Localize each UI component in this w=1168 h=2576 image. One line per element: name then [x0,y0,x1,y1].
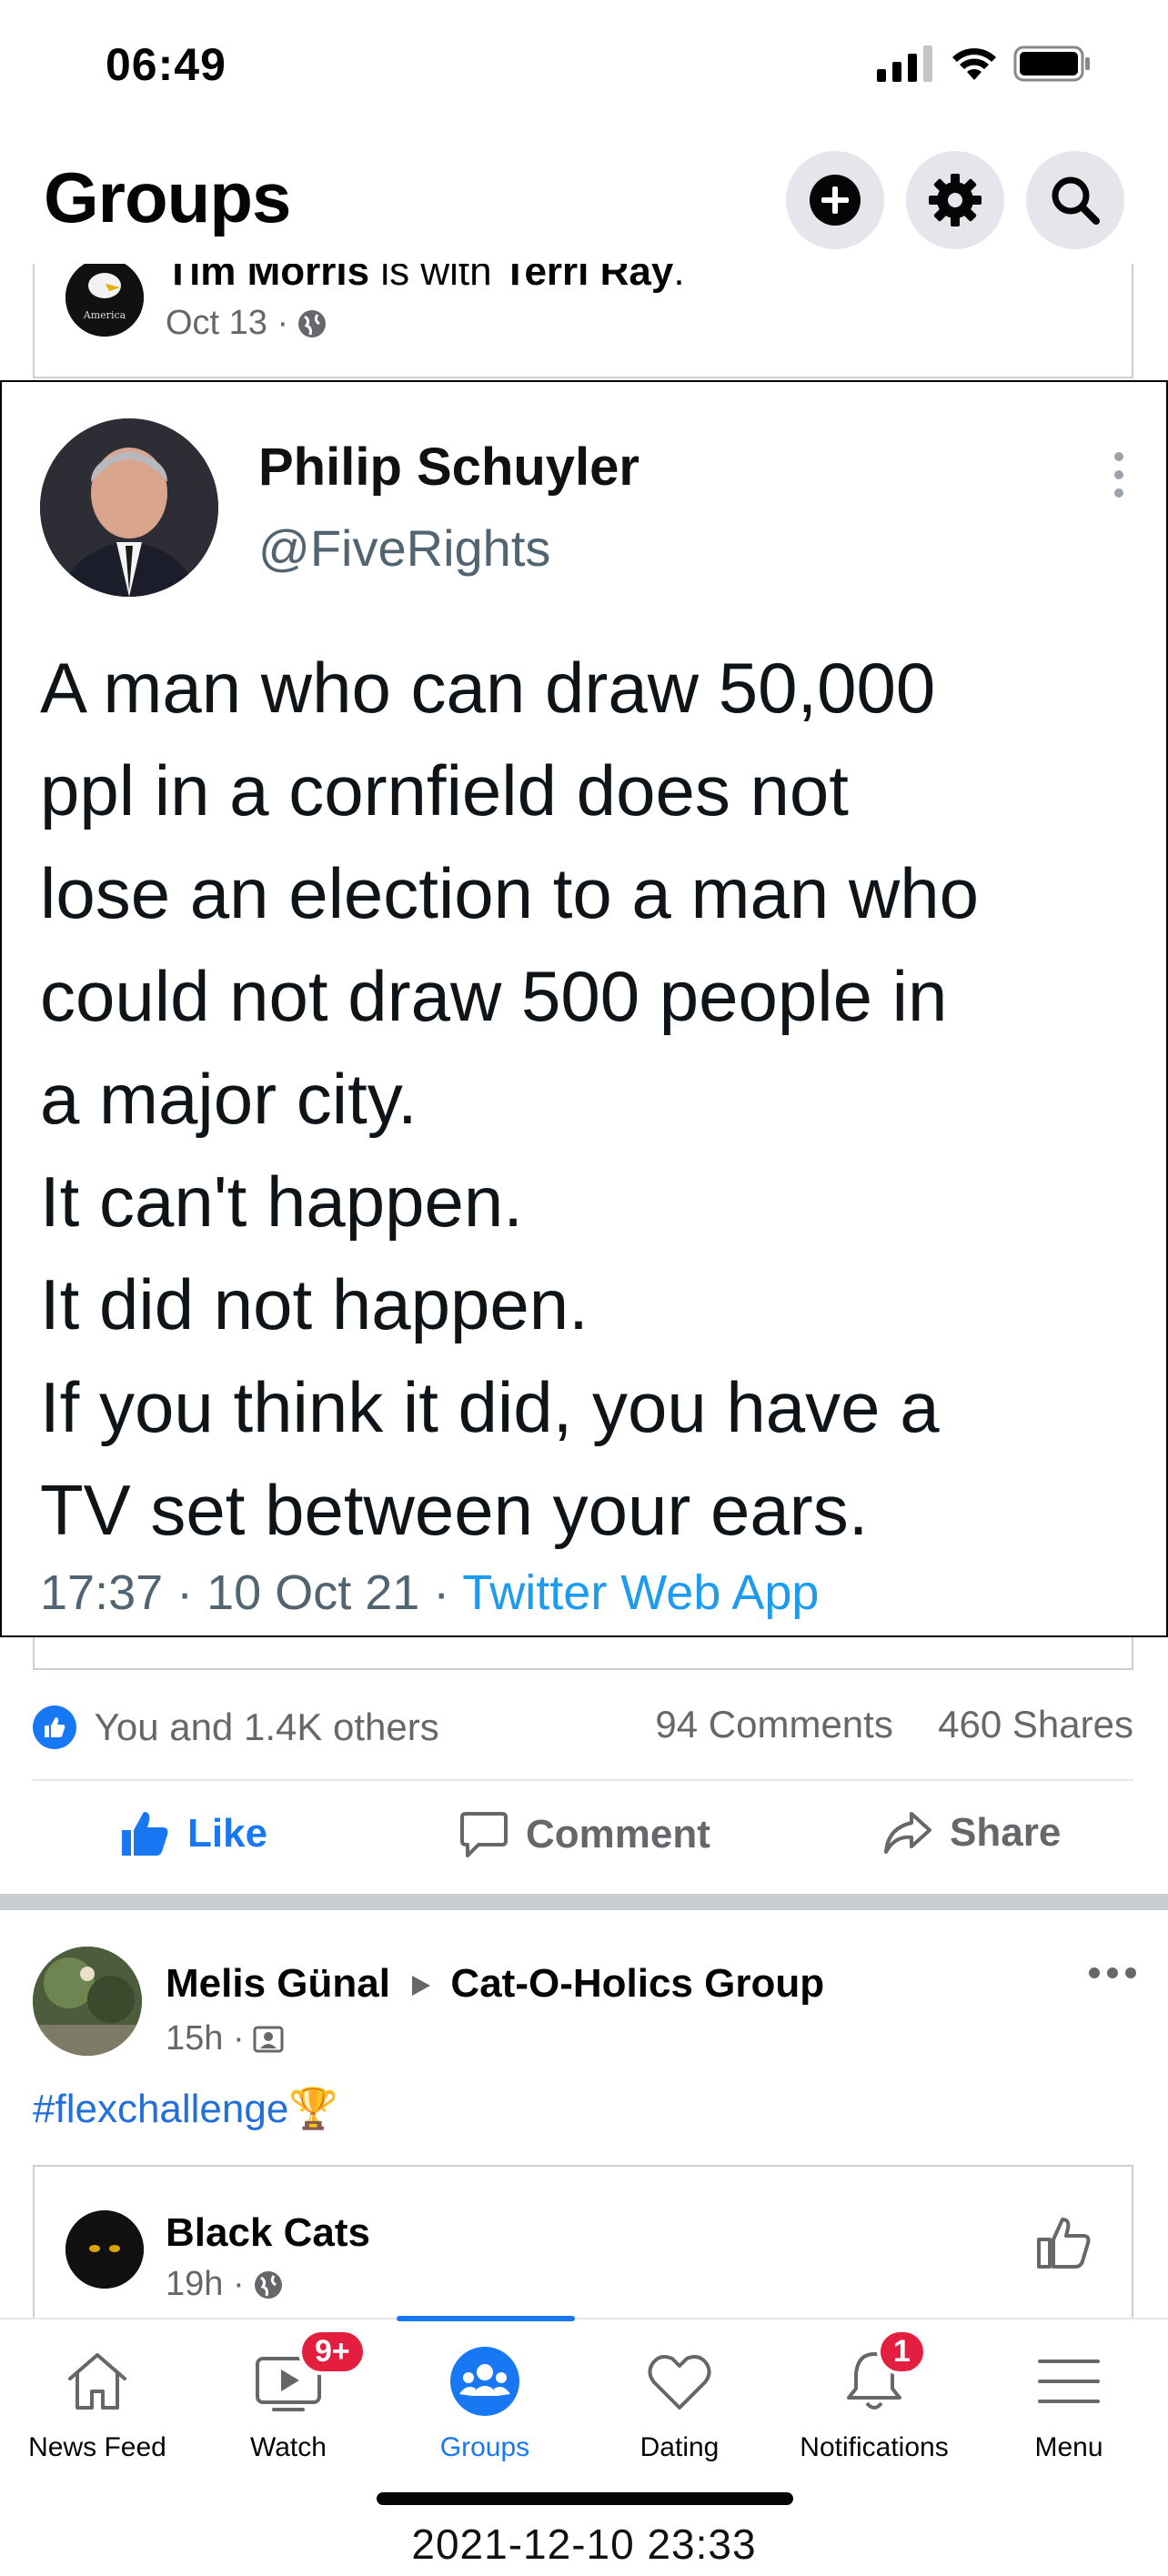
post-author-line: Melis Günal Cat-O-Holics Group [166,1961,824,2007]
tab-label: Dating [639,2432,720,2462]
comment-label: Comment [526,1812,710,1857]
divider [33,1779,1133,1781]
shared-author-avatar [65,2210,144,2289]
tweet-handle: @FiveRights [258,519,551,577]
page-like-icon[interactable] [1035,2214,1093,2272]
tweet-author-name: Philip Schuyler [258,438,639,497]
tab-menu[interactable]: Menu [972,2338,1166,2463]
create-button[interactable] [786,151,884,249]
post-time[interactable]: 15h · [166,2019,245,2058]
tab-label: Watch [250,2432,327,2462]
like-reaction-icon [33,1705,76,1749]
garden-avatar-image [33,1947,142,2056]
battery-icon [1013,45,1090,82]
status-time: 06:49 [106,39,227,90]
group-name[interactable]: Cat-O-Holics Group [450,1961,824,2006]
eagle-avatar-image: America [65,264,144,337]
comment-button[interactable]: Comment [458,1810,710,1859]
share-button[interactable]: Share [882,1810,1061,1856]
group-members-icon [253,2026,284,2052]
tagged-name[interactable]: Terri Ray [503,264,674,294]
shared-time: 19h · [166,2265,245,2303]
home-indicator[interactable] [377,2492,793,2505]
tab-news-feed[interactable]: News Feed [0,2338,195,2463]
tab-dating[interactable]: Dating [582,2338,777,2463]
black-cat-image [65,2210,144,2289]
search-button[interactable] [1026,151,1124,249]
groups-icon [450,2347,519,2416]
trophy-emoji: 🏆 [288,2087,339,2131]
hamburger-menu-icon [1038,2360,1100,2403]
status-icons [877,45,1092,82]
tweet-timestamp: 17:37 · 10 Oct 21 · Twitter Web App [40,1565,819,1621]
post-text: #flexchallenge🏆 [33,2085,338,2132]
share-label: Share [950,1810,1062,1855]
tweet-avatar [40,418,218,597]
active-tab-indicator [397,2316,575,2321]
like-label: Like [187,1811,268,1856]
plus-circle-icon [810,175,861,226]
author-name[interactable]: Tim Morris [166,264,369,294]
hashtag-link[interactable]: #flexchallenge [33,2087,288,2131]
feed-separator [0,1894,1168,1910]
portrait-image [40,418,218,597]
globe-icon [254,2270,282,2299]
svg-text:America: America [83,309,126,321]
tab-label: Menu [1034,2432,1103,2462]
globe-icon [298,309,327,337]
post-header-card: America Tim Morris is with Terri Ray. Oc… [33,264,1133,378]
reactions-row: You and 1.4K others 94 Comments 460 Shar… [33,1703,1133,1749]
tab-watch[interactable]: 9+ Watch [191,2329,386,2463]
author-avatar[interactable] [33,1947,142,2056]
thumbs-up-icon [122,1812,168,1856]
author-name[interactable]: Melis Günal [166,1961,390,2006]
share-icon [884,1812,931,1854]
search-icon [1052,176,1100,225]
counts: 94 Comments 460 Shares [655,1703,1133,1746]
gear-icon [929,174,982,226]
tab-notifications[interactable]: 1 Notifications [777,2329,972,2463]
notification-badge: 1 [877,2329,927,2375]
capture-timestamp: 2021-12-10 23:33 [411,2521,757,2568]
settings-button[interactable] [906,151,1004,249]
more-options-icon[interactable] [1088,1967,1137,1979]
with-text: is with [380,264,492,294]
post-author-line: Tim Morris is with Terri Ray. [166,264,685,295]
post-time[interactable]: Oct 13 · [166,304,288,343]
shared-author-name[interactable]: Black Cats [166,2210,370,2256]
page-title: Groups [44,157,291,237]
shares-count[interactable]: 460 Shares [938,1703,1133,1746]
signal-icon [877,45,932,82]
post-meta: Oct 13 · [166,304,328,343]
tab-groups[interactable]: Groups [388,2338,582,2463]
tweet-more-icon [1114,452,1123,498]
tweet-source: Twitter Web App [462,1565,820,1620]
post-meta: 15h · [166,2019,285,2058]
comment-icon [460,1812,508,1857]
likes-count[interactable]: You and 1.4K others [95,1706,439,1748]
home-icon [68,2353,126,2410]
period: . [673,264,685,294]
tab-label: Groups [439,2432,530,2462]
tweet-text: A man who can draw 50,000 ppl in a cornf… [40,648,979,1550]
tab-label: News Feed [28,2432,166,2462]
like-button[interactable]: Like [120,1810,267,1857]
shared-meta: 19h · [166,2265,285,2304]
shared-post-card[interactable]: Black Cats 19h · [33,2165,1133,2319]
notification-badge: 9+ [298,2329,367,2375]
heart-icon [648,2355,711,2410]
image-card-bottom [33,1637,1133,1670]
tab-label: Notifications [800,2432,949,2462]
author-avatar[interactable]: America [65,264,144,337]
wifi-icon [952,48,996,80]
comments-count[interactable]: 94 Comments [655,1703,892,1746]
arrow-right-icon [412,1976,431,1997]
tweet-time: 17:37 · 10 Oct 21 · [40,1565,463,1620]
